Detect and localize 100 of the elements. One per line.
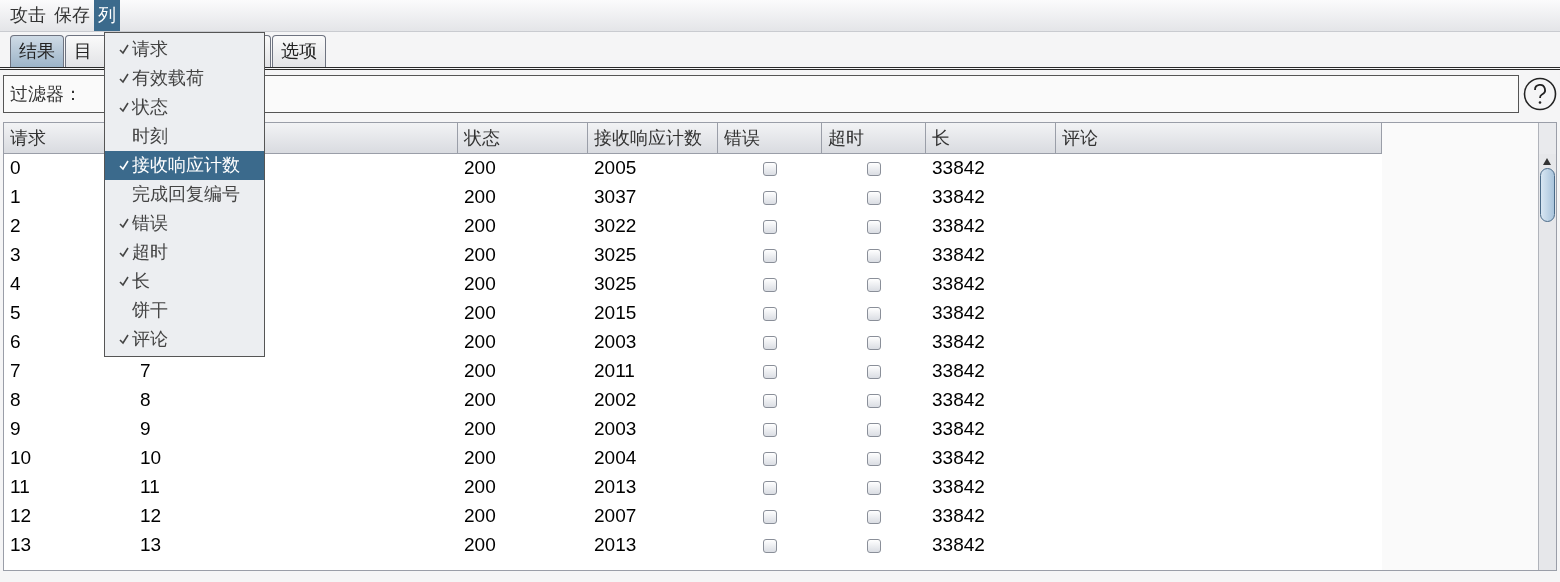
menu-item[interactable]: 保存: [50, 0, 94, 31]
checkbox[interactable]: [867, 335, 881, 350]
table-cell: 33842: [932, 360, 985, 382]
checkbox[interactable]: [867, 306, 881, 321]
table-cell: 33842: [932, 244, 985, 266]
menu-item[interactable]: 饼干: [105, 296, 264, 325]
table-cell: 33842: [932, 186, 985, 208]
table-cell: 5: [10, 302, 21, 324]
checkbox[interactable]: [763, 306, 777, 321]
table-cell: 12: [140, 505, 162, 527]
check-icon: [119, 276, 129, 287]
checkbox[interactable]: [763, 161, 777, 176]
table-cell: 200: [464, 302, 496, 324]
checkbox[interactable]: [867, 190, 881, 205]
menu-item[interactable]: 评论: [105, 325, 264, 354]
table-cell: 200: [464, 157, 496, 179]
table-cell: 0: [10, 157, 21, 179]
table-cell: 33842: [932, 157, 985, 179]
table-cell: 2004: [594, 447, 637, 469]
tab[interactable]: 结果: [10, 35, 64, 67]
table-cell: 12: [10, 505, 32, 527]
checkbox[interactable]: [763, 451, 777, 466]
checkbox[interactable]: [763, 509, 777, 524]
menu-item[interactable]: 完成回复编号: [105, 180, 264, 209]
checkbox[interactable]: [763, 480, 777, 495]
column-header[interactable]: 接收响应计数: [588, 123, 718, 153]
column-header[interactable]: 错误: [718, 123, 822, 153]
checkbox[interactable]: [867, 219, 881, 234]
table-cell: 2003: [594, 418, 637, 440]
checkbox[interactable]: [763, 422, 777, 437]
column-header[interactable]: 超时: [822, 123, 926, 153]
check-icon: [119, 334, 129, 345]
checkbox[interactable]: [763, 219, 777, 234]
help-icon[interactable]: [1523, 77, 1557, 111]
table-cell: 3037: [594, 186, 637, 208]
check-icon: [119, 44, 129, 55]
table-cell: 3: [10, 244, 21, 266]
menu-item[interactable]: 请求: [105, 35, 264, 64]
checkbox[interactable]: [867, 364, 881, 379]
checkbox[interactable]: [867, 480, 881, 495]
checkbox[interactable]: [763, 335, 777, 350]
checkbox[interactable]: [763, 277, 777, 292]
table-cell: 6: [10, 331, 21, 353]
scroll-thumb[interactable]: [1540, 168, 1555, 222]
menu-item[interactable]: 超时: [105, 238, 264, 267]
menu-item[interactable]: 接收响应计数: [105, 151, 264, 180]
checkbox[interactable]: [763, 364, 777, 379]
table-cell: 33842: [932, 447, 985, 469]
checkbox[interactable]: [867, 509, 881, 524]
table-cell: 2011: [594, 360, 635, 382]
table-cell: 2003: [594, 331, 637, 353]
checkbox[interactable]: [763, 538, 777, 553]
check-icon: [119, 218, 129, 229]
table-cell: 10: [10, 447, 32, 469]
checkbox[interactable]: [867, 277, 881, 292]
checkbox[interactable]: [763, 248, 777, 263]
table-cell: 200: [464, 360, 496, 382]
column-header[interactable]: 评论: [1056, 123, 1382, 153]
column-header[interactable]: 状态: [458, 123, 588, 153]
table-cell: 7: [10, 360, 21, 382]
table-cell: 33842: [932, 215, 985, 237]
table-cell: 8: [140, 389, 151, 411]
table-cell: 200: [464, 476, 496, 498]
table-cell: 33842: [932, 505, 985, 527]
table-cell: 200: [464, 244, 496, 266]
checkbox[interactable]: [867, 422, 881, 437]
scrollbar[interactable]: [1538, 123, 1556, 570]
table-cell: 3022: [594, 215, 637, 237]
table-cell: 2013: [594, 476, 637, 498]
table-cell: 200: [464, 331, 496, 353]
table-cell: 200: [464, 215, 496, 237]
checkbox[interactable]: [867, 161, 881, 176]
table-cell: 2002: [594, 389, 637, 411]
checkbox[interactable]: [867, 451, 881, 466]
table-cell: 33842: [932, 389, 985, 411]
checkbox[interactable]: [763, 190, 777, 205]
menu-item[interactable]: 列: [94, 0, 120, 31]
table-cell: 33842: [932, 534, 985, 556]
table-cell: 7: [140, 360, 151, 382]
table-cell: 33842: [932, 331, 985, 353]
table-cell: 3025: [594, 244, 637, 266]
table-cell: 11: [140, 476, 160, 498]
table-cell: 33842: [932, 302, 985, 324]
table-cell: 13: [140, 534, 162, 556]
checkbox[interactable]: [867, 248, 881, 263]
check-icon: [119, 160, 129, 171]
table-cell: 9: [140, 418, 151, 440]
checkbox[interactable]: [867, 538, 881, 553]
menu-item[interactable]: 长: [105, 267, 264, 296]
table-cell: 2005: [594, 157, 637, 179]
menu-item[interactable]: 攻击: [6, 0, 50, 31]
table-cell: 13: [10, 534, 32, 556]
menu-item[interactable]: 错误: [105, 209, 264, 238]
checkbox[interactable]: [867, 393, 881, 408]
column-header[interactable]: 长: [926, 123, 1056, 153]
table-cell: 11: [10, 476, 30, 498]
checkbox[interactable]: [763, 393, 777, 408]
table-cell: 8: [10, 389, 21, 411]
tab[interactable]: 选项: [272, 35, 326, 67]
table-cell: 1: [10, 186, 21, 208]
